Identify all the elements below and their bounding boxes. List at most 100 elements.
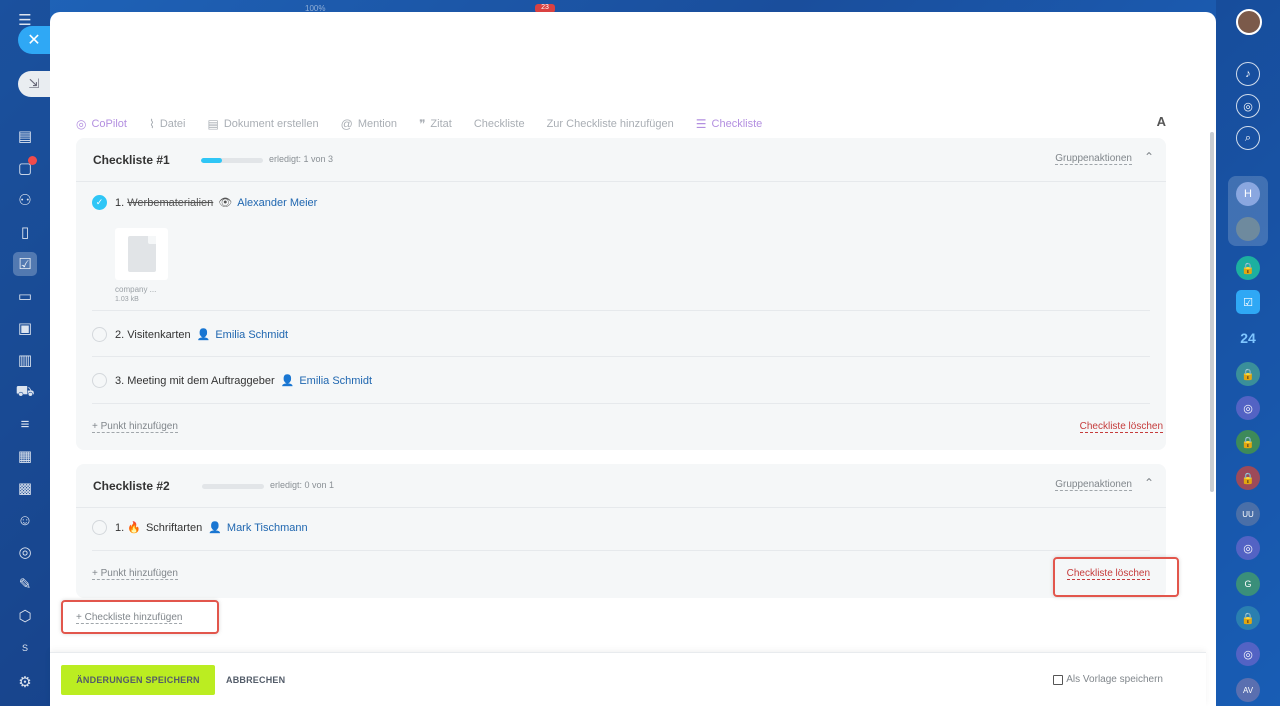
checklist-progress-bar — [201, 158, 263, 163]
calendar-counter[interactable]: 24 — [1236, 326, 1260, 350]
notification-bell-icon[interactable]: ♪ — [1236, 62, 1260, 86]
settings-icon[interactable]: ⚙ — [13, 670, 37, 694]
tasks-icon[interactable]: ☑ — [13, 252, 37, 276]
progress-fill — [201, 158, 222, 163]
lock-red-icon[interactable]: 🔒 — [1236, 466, 1260, 490]
checklist-active-button[interactable]: ☰ Checkliste — [696, 117, 763, 131]
delete-checklist-highlight — [1053, 557, 1179, 597]
checklist-card-2: Checkliste #2 erledigt: 0 von 1 Gruppena… — [76, 464, 1166, 598]
item-assignee[interactable]: Emilia Schmidt — [215, 329, 288, 341]
box-icon[interactable]: ⬡ — [13, 604, 37, 628]
checklist-header: Checkliste #2 erledigt: 0 von 1 Gruppena… — [76, 464, 1166, 508]
chevron-up-icon[interactable]: ⌃ — [1144, 150, 1154, 164]
target-icon[interactable]: ◎ — [13, 540, 37, 564]
check-icon: ✓ — [95, 197, 104, 207]
monitor-icon[interactable]: ▣ — [13, 316, 37, 340]
person-icon: 👤 — [280, 375, 295, 387]
contacts-icon[interactable]: ⚇ — [13, 188, 37, 212]
copilot-chat-3-icon[interactable]: ◎ — [1236, 642, 1260, 666]
checklist-button[interactable]: Checkliste — [474, 118, 525, 130]
add-to-checklist-button[interactable]: Zur Checkliste hinzufügen — [547, 118, 674, 130]
copilot-button[interactable]: ◎ CoPilot — [76, 117, 127, 131]
chevron-up-icon[interactable]: ⌃ — [1144, 476, 1154, 490]
copilot-chat-icon[interactable]: ◎ — [1236, 396, 1260, 420]
file-button[interactable]: ⌇ Datei — [149, 117, 186, 131]
item-assignee[interactable]: Mark Tischmann — [227, 522, 308, 534]
save-changes-button[interactable]: ÄNDERUNGEN SPEICHERN — [61, 665, 215, 695]
divider — [92, 310, 1150, 311]
card-icon[interactable]: ▭ — [13, 284, 37, 308]
add-checklist-link[interactable]: + Checkliste hinzufügen — [76, 612, 183, 624]
cancel-button[interactable]: ABBRECHEN — [226, 675, 285, 685]
checklist-item: ✓ 1. Werbematerialien 👁 Alexander Meier — [92, 195, 1150, 210]
news-icon[interactable]: ▦ — [13, 444, 37, 468]
item-assignee[interactable]: Alexander Meier — [237, 197, 317, 209]
delete-checklist-link[interactable]: Checkliste löschen — [1079, 421, 1163, 433]
person-icon: 👤 — [208, 522, 222, 534]
lock-green-icon[interactable]: 🔒 — [1236, 430, 1260, 454]
checklist-title: Checkliste #1 — [93, 153, 170, 167]
edit-icon[interactable]: ✎ — [13, 572, 37, 596]
checklist-done-count: erledigt: 0 von 1 — [270, 480, 335, 490]
font-format-button[interactable]: A — [1157, 114, 1166, 129]
item-text[interactable]: Schriftarten — [146, 522, 202, 534]
fire-icon: 🔥 — [127, 522, 141, 534]
item-checkbox[interactable] — [92, 520, 107, 535]
attached-file-name[interactable]: company ... — [115, 285, 156, 294]
chart-icon[interactable]: ▥ — [13, 348, 37, 372]
lock-blue-icon[interactable]: 🔒 — [1236, 606, 1260, 630]
checklist-progress-bar — [202, 484, 264, 489]
robot-icon[interactable]: ☺ — [13, 508, 37, 532]
lock-group-icon[interactable]: 🔒 — [1236, 362, 1260, 386]
item-checkbox[interactable] — [92, 327, 107, 342]
item-text[interactable]: Werbematerialien — [127, 197, 213, 209]
copilot-icon: ◎ — [76, 117, 87, 131]
mention-button[interactable]: @ Mention — [341, 117, 397, 131]
cart-icon[interactable]: ⛟ — [13, 380, 37, 404]
divider — [92, 356, 1150, 357]
add-point-link[interactable]: + Punkt hinzufügen — [92, 568, 178, 580]
file-icon[interactable]: ▯ — [13, 220, 37, 244]
quote-button[interactable]: ❞ Zitat — [419, 117, 452, 131]
search-chat-icon[interactable]: ⌕ — [1236, 126, 1260, 150]
chat-avatar-g[interactable]: G — [1236, 572, 1260, 596]
create-document-button[interactable]: ▤ Dokument erstellen — [208, 117, 319, 131]
close-button[interactable]: ✕ — [18, 26, 50, 54]
group-actions-link[interactable]: Gruppenaktionen — [1055, 479, 1132, 491]
right-sidebar: ♪ ◎ ⌕ H 🔒 ☑ 24 🔒 ◎ 🔒 🔒 UU ◎ G 🔒 ◎ AV — [1216, 0, 1280, 706]
attached-file-size: 1.03 kB — [115, 296, 139, 303]
divider — [92, 550, 1150, 551]
chat-badge — [28, 156, 37, 165]
copilot-chat-2-icon[interactable]: ◎ — [1236, 536, 1260, 560]
item-checkbox[interactable] — [92, 373, 107, 388]
chat-avatar-h[interactable]: H — [1236, 182, 1260, 206]
checkbox-box[interactable] — [1053, 674, 1064, 685]
task-edit-panel: ◎ CoPilot ⌇ Datei ▤ Dokument erstellen @ Men… — [50, 12, 1216, 706]
item-text[interactable]: Visitenkarten — [127, 329, 190, 341]
scrollbar[interactable] — [1210, 132, 1214, 492]
item-checkbox[interactable]: ✓ — [92, 195, 107, 210]
item-assignee[interactable]: Emilia Schmidt — [299, 375, 372, 387]
collapse-icon: ⇲ — [28, 76, 40, 91]
checklist-title: Checkliste #2 — [93, 479, 170, 493]
quote-icon: ❞ — [418, 117, 426, 131]
task-chat-icon[interactable]: ☑ — [1236, 290, 1260, 314]
document-icon[interactable]: ▤ — [13, 124, 37, 148]
item-text[interactable]: Meeting mit dem Auftraggeber — [127, 375, 274, 387]
calendar-icon[interactable]: ▩ — [13, 476, 37, 500]
group-actions-link[interactable]: Gruppenaktionen — [1055, 153, 1132, 165]
add-point-link[interactable]: + Punkt hinzufügen — [92, 421, 178, 433]
chat-avatar-person[interactable] — [1236, 217, 1260, 241]
copilot-icon[interactable]: ◎ — [1236, 94, 1260, 118]
lock-chat-icon[interactable]: 🔒 — [1236, 256, 1260, 280]
attached-file-thumbnail[interactable] — [115, 228, 168, 280]
user-avatar[interactable] — [1236, 9, 1262, 35]
collapse-button[interactable]: ⇲ — [18, 71, 50, 97]
paperclip-icon: ⌇ — [148, 117, 155, 131]
chat-avatar-av[interactable]: AV — [1236, 678, 1260, 702]
save-as-template-checkbox[interactable]: Als Vorlage speichern — [1053, 674, 1163, 685]
file-icon — [127, 236, 156, 272]
filter-icon[interactable]: ≡ — [13, 412, 37, 436]
chat-avatar-uu[interactable]: UU — [1236, 502, 1260, 526]
user-initial[interactable]: S — [13, 636, 37, 660]
